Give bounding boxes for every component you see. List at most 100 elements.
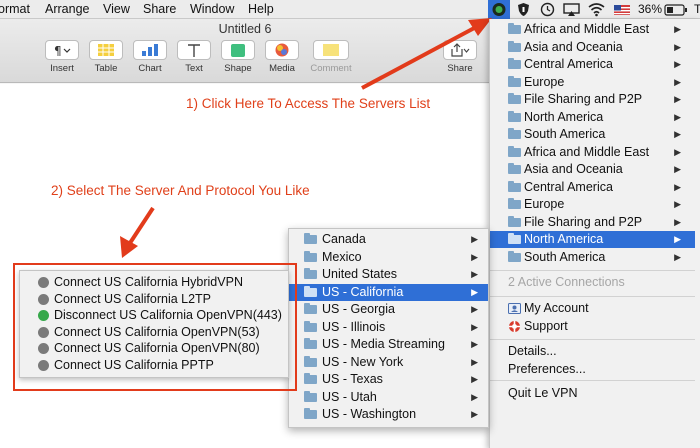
server-location-item[interactable]: US - Texas ▶ <box>289 371 488 388</box>
region-item[interactable]: File Sharing and P2P ▶ <box>490 214 695 231</box>
region-label: Asia and Oceania <box>524 39 623 54</box>
submenu-arrow-icon: ▶ <box>674 24 681 34</box>
annotation-step-1: 1) Click Here To Access The Servers List <box>186 96 431 111</box>
region-label: South America <box>524 249 606 264</box>
server-location-label: Canada <box>322 232 366 246</box>
vpn-status-icon[interactable] <box>488 0 510 19</box>
region-item[interactable]: South America ▶ <box>490 126 695 143</box>
disconnected-status-icon <box>38 326 49 338</box>
support-item[interactable]: Support <box>490 318 695 335</box>
submenu-arrow-icon: ▶ <box>471 286 478 297</box>
submenu-arrow-icon: ▶ <box>471 321 478 332</box>
region-label: South America <box>524 127 606 141</box>
account-icon <box>508 302 521 315</box>
chart-button[interactable]: Chart <box>132 40 168 74</box>
shape-label: Shape <box>224 63 252 74</box>
submenu-arrow-icon: ▶ <box>674 41 681 52</box>
airplay-icon[interactable] <box>563 2 580 17</box>
quit-item[interactable]: Quit Le VPN <box>490 385 695 402</box>
insert-button[interactable]: ¶ Insert <box>44 40 80 74</box>
protocol-item[interactable]: Connect US California OpenVPN(53) <box>20 324 288 341</box>
submenu-arrow-icon: ▶ <box>674 216 681 227</box>
disconnected-status-icon <box>38 293 49 305</box>
protocol-label: Connect US California PPTP <box>54 357 214 372</box>
protocol-label: Disconnect US California OpenVPN(443) <box>54 308 282 322</box>
region-item[interactable]: Europe ▶ <box>490 74 695 91</box>
submenu-arrow-icon: ▶ <box>471 339 478 349</box>
comment-button[interactable]: Comment <box>308 40 354 74</box>
share-label: Share <box>447 63 473 74</box>
protocol-item[interactable]: Connect US California PPTP <box>20 357 288 374</box>
region-label: Africa and Middle East <box>524 22 650 36</box>
region-item[interactable]: Africa and Middle East ▶ <box>490 21 695 38</box>
server-location-item[interactable]: US - Utah ▶ <box>289 389 488 406</box>
region-item[interactable]: Central America ▶ <box>490 179 695 196</box>
details-item[interactable]: Details... <box>490 343 695 360</box>
submenu-arrow-icon: ▶ <box>674 129 681 139</box>
region-label: File Sharing and P2P <box>524 92 643 106</box>
server-location-item[interactable]: United States ▶ <box>289 266 488 283</box>
protocol-item[interactable]: Connect US California L2TP <box>20 291 288 308</box>
protocol-item-connected[interactable]: Disconnect US California OpenVPN(443) <box>20 307 288 324</box>
server-location-item[interactable]: US - Georgia ▶ <box>289 301 488 318</box>
shield-icon[interactable] <box>516 2 531 17</box>
server-location-item[interactable]: US - Washington ▶ <box>289 406 488 423</box>
clock-icon[interactable] <box>540 2 555 17</box>
region-item[interactable]: South America ▶ <box>490 249 695 266</box>
server-location-label: US - California <box>322 284 404 299</box>
support-label: Support <box>524 318 568 333</box>
document-title: Untitled 6 <box>218 22 272 36</box>
region-item-north-america-selected[interactable]: North America ▶ <box>490 231 695 248</box>
submenu-arrow-icon: ▶ <box>674 251 681 262</box>
server-location-item[interactable]: Mexico ▶ <box>289 249 488 266</box>
wifi-icon[interactable] <box>588 2 605 17</box>
table-icon <box>89 40 123 60</box>
menu-divider <box>490 339 695 340</box>
region-item[interactable]: Asia and Oceania ▶ <box>490 39 695 56</box>
lifebuoy-icon <box>508 320 521 333</box>
region-item[interactable]: Central America ▶ <box>490 56 695 73</box>
media-label: Media <box>269 63 295 74</box>
table-button[interactable]: Table <box>88 40 124 74</box>
submenu-arrow-icon: ▶ <box>674 94 681 104</box>
battery-icon[interactable] <box>664 2 688 17</box>
submenu-arrow-icon: ▶ <box>674 199 681 209</box>
share-button[interactable]: Share <box>442 40 478 74</box>
submenu-arrow-icon: ▶ <box>674 59 681 69</box>
menu-bar: ormat Arrange View Share Window Help 36%… <box>0 0 700 19</box>
submenu-arrow-icon: ▶ <box>674 146 681 157</box>
protocol-label: Connect US California OpenVPN(53) <box>54 324 260 339</box>
us-flag-icon[interactable] <box>614 2 630 17</box>
protocol-label: Connect US California HybridVPN <box>54 275 243 289</box>
protocol-item[interactable]: Connect US California OpenVPN(80) <box>20 340 288 357</box>
server-location-item[interactable]: US - Media Streaming ▶ <box>289 336 488 353</box>
region-item[interactable]: Asia and Oceania ▶ <box>490 161 695 178</box>
insert-label: Insert <box>50 63 74 74</box>
my-account-item[interactable]: My Account <box>490 300 695 317</box>
server-location-item[interactable]: Canada ▶ <box>289 231 488 248</box>
region-item[interactable]: File Sharing and P2P ▶ <box>490 91 695 108</box>
server-location-item-california-selected[interactable]: US - California ▶ <box>289 283 488 301</box>
server-location-label: US - Texas <box>322 372 383 386</box>
preferences-item[interactable]: Preferences... <box>490 361 695 378</box>
submenu-arrow-icon: ▶ <box>471 234 478 244</box>
server-location-label: US - Utah <box>322 389 377 404</box>
region-item[interactable]: Africa and Middle East ▶ <box>490 144 695 161</box>
shape-button[interactable]: Shape <box>220 40 256 74</box>
disconnected-status-icon <box>38 359 49 371</box>
protocol-item[interactable]: Connect US California HybridVPN <box>20 274 288 291</box>
svg-text:¶: ¶ <box>54 44 62 56</box>
media-icon <box>265 40 299 60</box>
region-label: North America <box>524 232 604 246</box>
server-location-label: US - Illinois <box>322 319 386 334</box>
annotation-step-2: 2) Select The Server And Protocol You Li… <box>51 183 310 198</box>
server-location-item[interactable]: US - New York ▶ <box>289 354 488 371</box>
server-location-item[interactable]: US - Illinois ▶ <box>289 319 488 336</box>
text-button[interactable]: Text <box>176 40 212 74</box>
media-button[interactable]: Media <box>264 40 300 74</box>
region-item[interactable]: North America ▶ <box>490 109 695 126</box>
text-label: Text <box>185 63 203 74</box>
server-location-label: US - New York <box>322 354 404 369</box>
region-item[interactable]: Europe ▶ <box>490 196 695 213</box>
server-location-label: US - Georgia <box>322 302 395 316</box>
